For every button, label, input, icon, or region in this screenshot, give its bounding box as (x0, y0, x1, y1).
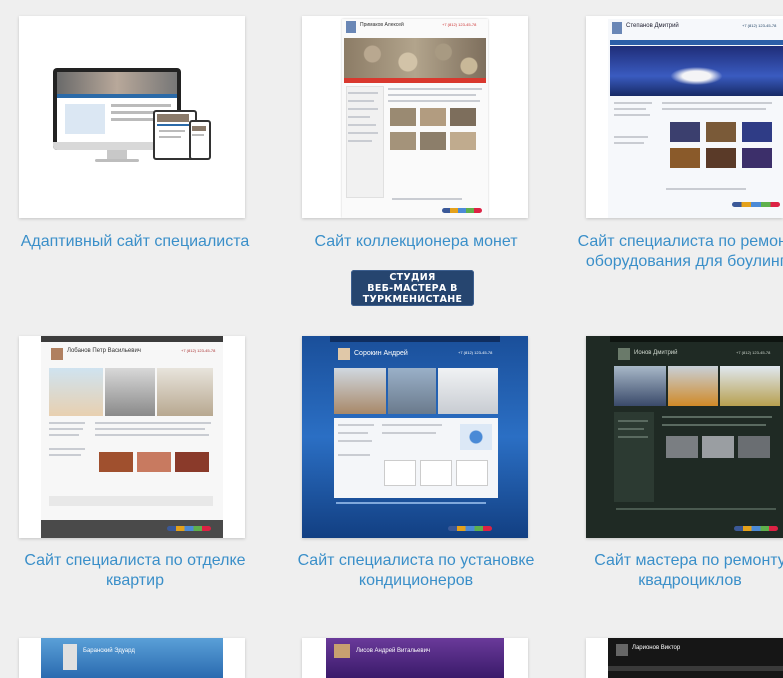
badge-line: ТУРКМЕНИСТАНЕ (362, 293, 463, 305)
portfolio-caption[interactable]: Адаптивный сайт специалиста (0, 232, 270, 252)
aircon-site-icon[interactable]: Сорокин Андрей +7 (812) 123-45-78 (302, 336, 528, 538)
site-owner-name: Лисов Андрей Витальевич (356, 648, 431, 654)
studio-badge[interactable]: СТУДИЯ ВЕБ-МАСТЕРА В ТУРКМЕНИСТАНЕ (351, 270, 474, 306)
portfolio-caption[interactable]: Сайт специалиста по ремонту оборудования… (565, 232, 783, 272)
site-phone: +7 (812) 123-45-78 (442, 22, 477, 27)
portfolio-caption[interactable]: Сайт специалиста по установке кондиционе… (281, 551, 551, 591)
site-owner-name: Примаков Алексей (360, 22, 404, 28)
partial-site-icon[interactable]: Лисов Андрей Витальевич (302, 638, 528, 678)
site-owner-name: Ларионов Виктор (632, 645, 681, 651)
site-owner-name: Степанов Дмитрий (626, 23, 679, 29)
site-phone: +7 (812) 123-45-78 (181, 348, 216, 353)
site-owner-name: Сорокин Андрей (354, 350, 408, 357)
coins-site-icon[interactable]: Примаков Алексей +7 (812) 123-45-78 (302, 16, 528, 218)
site-owner-name: Ионов Дмитрий (634, 350, 678, 356)
site-phone: +7 (812) 123-45-78 (736, 350, 771, 355)
site-owner-name: Баранский Эдуард (83, 648, 135, 654)
atv-site-icon[interactable]: Ионов Дмитрий +7 (812) 123-45-78 (586, 336, 783, 538)
badge-line: СТУДИЯ (389, 271, 436, 283)
portfolio-caption[interactable]: Сайт мастера по ремонту квадроциклов (565, 551, 783, 591)
partial-site-icon[interactable]: Баранский Эдуард (19, 638, 245, 678)
portfolio-caption[interactable]: Сайт коллекционера монет (281, 232, 551, 252)
renovation-site-icon[interactable]: Лобанов Петр Васильевич +7 (812) 123-45-… (19, 336, 245, 538)
badge-line: ВЕБ-МАСТЕРА В (367, 282, 458, 294)
portfolio-caption[interactable]: Сайт специалиста по отделке квартир (0, 551, 270, 591)
devices-mockup-icon[interactable] (19, 16, 245, 218)
site-owner-name: Лобанов Петр Васильевич (67, 348, 141, 354)
bowling-site-icon[interactable]: Степанов Дмитрий +7 (812) 123-45-78 (586, 16, 783, 218)
site-phone: +7 (812) 123-45-78 (458, 350, 493, 355)
site-phone: +7 (812) 123-45-78 (742, 23, 777, 28)
partial-site-icon[interactable]: Ларионов Виктор (586, 638, 783, 678)
